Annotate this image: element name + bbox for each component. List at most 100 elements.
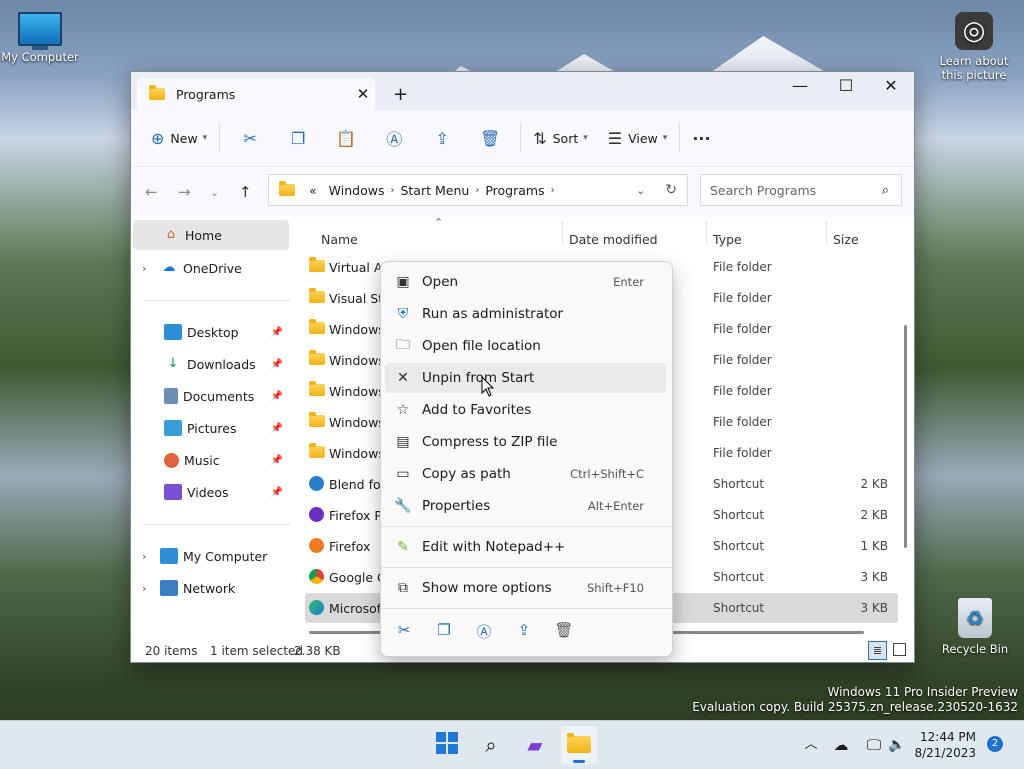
sort-button[interactable]: ⇅ Sort ▾ (527, 122, 594, 154)
address-history-chevron-icon[interactable]: ⌄ (636, 184, 645, 197)
menu-item-open-file-location[interactable]: 🗀 Open file location (385, 331, 666, 361)
cut-button[interactable]: ✂ (226, 122, 274, 154)
copy-icon[interactable]: ❐ (432, 621, 456, 639)
maximize-button[interactable]: ☐ (823, 76, 869, 95)
column-divider[interactable] (826, 221, 827, 245)
clock[interactable]: 12:44 PM 8/21/2023 (912, 729, 976, 761)
sidebar-item-downloads[interactable]: ↓ Downloads 📌 (131, 349, 287, 379)
sidebar-item-my-computer[interactable]: › My Computer (131, 541, 287, 571)
notification-badge[interactable]: 2 (987, 736, 1003, 752)
menu-item-run-as-admin[interactable]: ⛨ Run as administrator (385, 299, 666, 329)
sidebar-item-videos[interactable]: Videos 📌 (131, 477, 287, 507)
menu-item-compress-zip[interactable]: ▤ Compress to ZIP file (385, 427, 666, 457)
menu-label: Open (422, 274, 459, 290)
share-icon[interactable]: ⇪ (512, 621, 536, 639)
chevron-right-icon[interactable]: › (142, 582, 156, 595)
see-more-button[interactable]: ··· (686, 122, 716, 154)
rename-icon[interactable]: Ⓐ (472, 621, 496, 642)
menu-item-add-to-favorites[interactable]: ☆ Add to Favorites (385, 395, 666, 425)
breadcrumb-start-menu[interactable]: Start Menu (400, 183, 469, 198)
search-box[interactable]: Search Programs ⌕ (700, 174, 902, 206)
pin-icon[interactable]: 📌 (271, 487, 283, 498)
breadcrumb-overflow[interactable]: « (309, 183, 317, 198)
tiles-view-icon[interactable] (893, 643, 906, 656)
menu-item-copy-as-path[interactable]: ▭ Copy as path Ctrl+Shift+C (385, 459, 666, 489)
breadcrumb-windows[interactable]: Windows (329, 183, 385, 198)
forward-button[interactable]: → (178, 183, 191, 201)
cloud-icon: ☁ (162, 260, 176, 275)
vertical-scrollbar[interactable] (904, 325, 907, 548)
pin-icon[interactable]: 📌 (271, 455, 283, 466)
menu-item-open[interactable]: ▣ Open Enter (385, 267, 666, 297)
new-button[interactable]: ⊕ New ▾ (145, 122, 213, 154)
close-window-button[interactable]: ✕ (868, 76, 914, 95)
sidebar-item-onedrive[interactable]: › ☁ OneDrive (131, 253, 287, 283)
menu-item-edit-with-notepad[interactable]: ✎ Edit with Notepad++ (385, 532, 666, 562)
pin-icon[interactable]: 📌 (271, 327, 283, 338)
chevron-right-icon[interactable]: › (142, 262, 156, 275)
desktop-icon-recycle-bin[interactable]: ♻ Recycle Bin (935, 598, 1015, 656)
search-input[interactable]: Search Programs (710, 183, 882, 198)
network-status-button[interactable]: ☁ (827, 731, 855, 759)
tab-programs[interactable]: Programs ✕ (137, 78, 375, 110)
file-explorer-taskbar-button[interactable] (561, 726, 597, 764)
delete-button[interactable]: 🗑 (466, 122, 514, 154)
folder-icon (309, 443, 325, 458)
search-button[interactable]: ⌕ (477, 731, 505, 759)
chevron-right-icon[interactable]: › (142, 550, 156, 563)
address-bar[interactable]: « Windows › Start Menu › Programs › ⌄ ↻ (268, 174, 688, 206)
copy-button[interactable]: ❐ (274, 122, 322, 154)
breadcrumb-programs[interactable]: Programs (485, 183, 544, 198)
folder-icon (309, 288, 325, 303)
column-header-type[interactable]: Type (713, 232, 742, 247)
chevron-right-icon[interactable]: › (551, 185, 555, 196)
view-button[interactable]: ☰ View ▾ (602, 122, 674, 154)
menu-item-show-more-options[interactable]: ⧉ Show more options Shift+F10 (385, 573, 666, 603)
pin-icon[interactable]: 📌 (271, 423, 283, 434)
up-button[interactable]: ↑ (239, 183, 252, 201)
desktop-icon-label: My Computer (1, 50, 79, 64)
chevron-right-icon[interactable]: › (475, 185, 479, 196)
close-tab-button[interactable]: ✕ (351, 85, 375, 103)
menu-item-unpin-from-start[interactable]: ✕ Unpin from Start (385, 363, 666, 393)
folder-icon (309, 350, 325, 365)
volume-button[interactable]: 🔈 (883, 731, 911, 759)
minimize-button[interactable]: — (777, 76, 823, 95)
pin-icon[interactable]: 📌 (271, 359, 283, 370)
sidebar-item-desktop[interactable]: Desktop 📌 (131, 317, 287, 347)
sidebar-item-music[interactable]: Music 📌 (131, 445, 287, 475)
column-divider[interactable] (706, 221, 707, 245)
sidebar-item-network[interactable]: › Network (131, 573, 287, 603)
column-header-date[interactable]: Date modified (569, 232, 658, 247)
mouse-cursor-icon (481, 376, 495, 397)
chevron-right-icon[interactable]: › (390, 185, 394, 196)
trash-icon[interactable]: 🗑 (552, 621, 576, 639)
column-header-name[interactable]: Name (321, 232, 358, 247)
cut-icon[interactable]: ✂ (392, 621, 416, 639)
column-divider[interactable] (562, 221, 563, 245)
menu-item-properties[interactable]: 🔧 Properties Alt+Enter (385, 491, 666, 521)
clipchamp-button[interactable]: ▰ (521, 731, 549, 759)
monitor-icon: 🖵 (866, 736, 882, 754)
rename-button[interactable]: Ⓐ (370, 122, 418, 154)
sidebar-item-pictures[interactable]: Pictures 📌 (131, 413, 287, 443)
paste-button[interactable]: 📋 (322, 122, 370, 154)
recent-locations-button[interactable]: ⌄ (210, 186, 219, 199)
sidebar-item-label: Desktop (187, 324, 239, 340)
column-header-size[interactable]: Size (833, 232, 859, 247)
new-tab-button[interactable]: + (393, 84, 408, 105)
desktop-icon-my-computer[interactable]: My Computer (0, 12, 80, 64)
pin-icon[interactable]: 📌 (271, 391, 283, 402)
toolbar-divider (520, 123, 522, 153)
file-name: Microsoft (329, 601, 386, 616)
sidebar-item-documents[interactable]: Documents 📌 (131, 381, 287, 411)
share-button[interactable]: ⇪ (418, 122, 466, 154)
start-button[interactable] (433, 731, 461, 759)
learn-about-picture[interactable]: ◎ Learn about this picture (934, 12, 1014, 82)
refresh-icon[interactable]: ↻ (665, 182, 677, 198)
details-view-icon[interactable]: ≣ (868, 641, 887, 660)
show-hidden-icons-button[interactable]: ︿ (797, 731, 825, 759)
active-app-indicator (573, 760, 585, 763)
back-button[interactable]: ← (145, 183, 158, 201)
sidebar-item-home[interactable]: ⌂ Home (133, 220, 289, 250)
